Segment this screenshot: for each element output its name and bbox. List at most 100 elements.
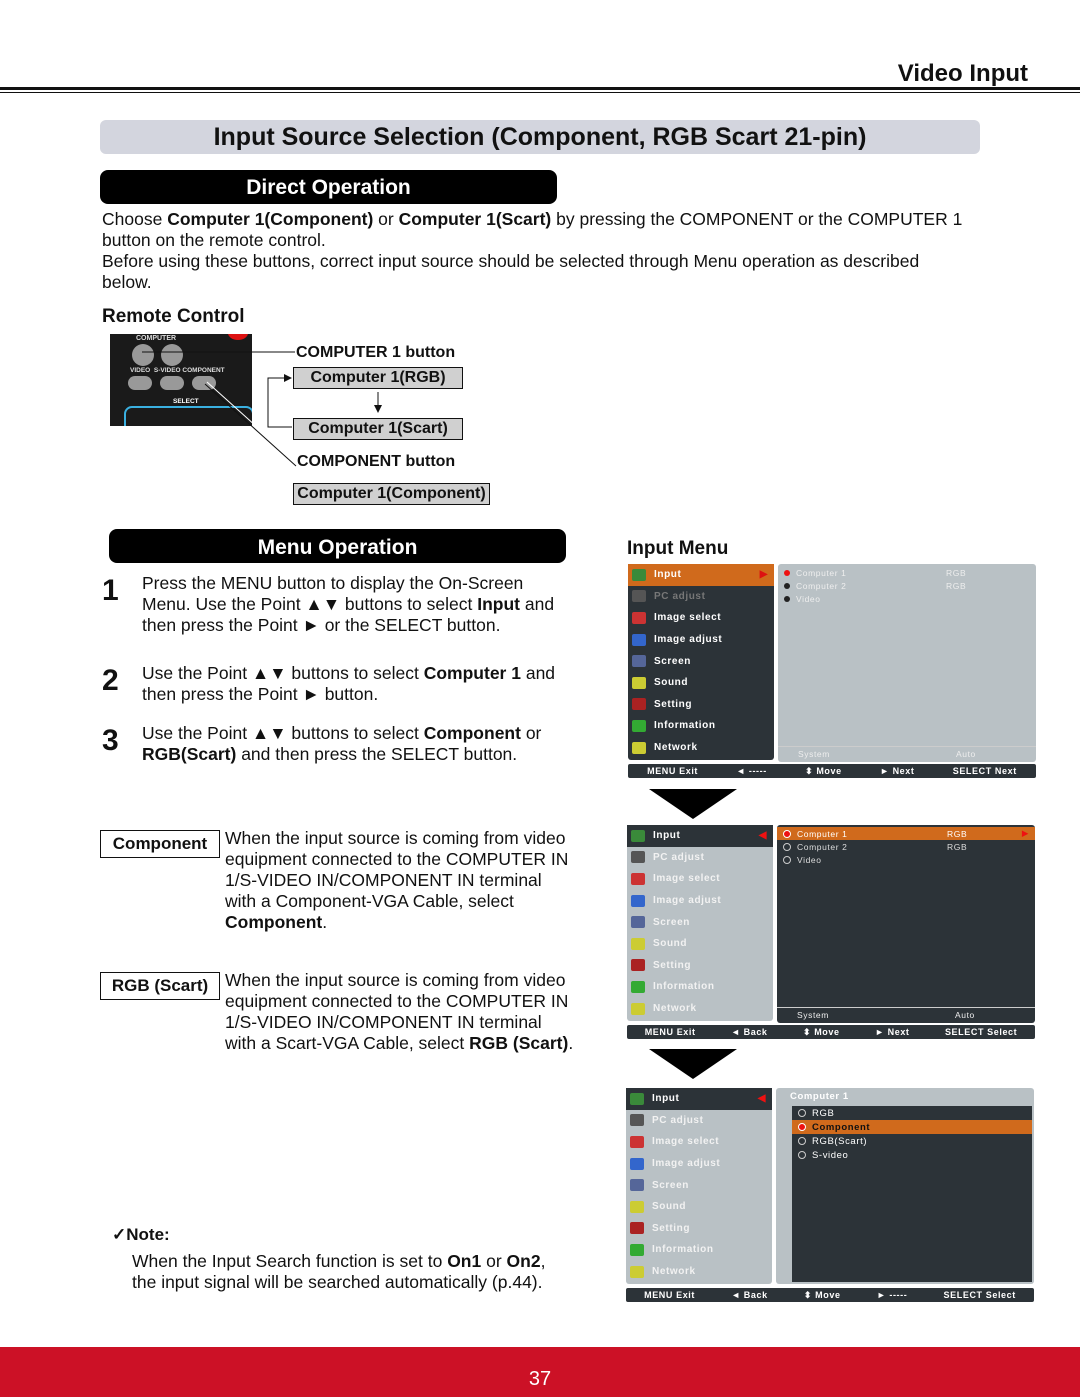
submenu-option[interactable]: Component [792,1120,1032,1134]
step-text: Use the Point ▲▼ buttons to select Compo… [142,723,567,765]
menu-item-network[interactable]: Network [626,1261,772,1283]
help-hint: SELECT Select [943,1290,1016,1300]
computer1-button-label: COMPUTER 1 button [296,344,456,361]
menu-help-bar: MENU Exit ◄ Back ⬍ Move ► Next SELECT Select [627,1025,1035,1039]
menu-item-screen[interactable]: Screen [627,911,773,933]
menu-item-input[interactable]: Input ▶ [628,564,774,586]
menu-item-label: Network [652,1266,696,1278]
menu-item-label: Network [654,742,698,754]
source-option[interactable]: Computer 2 RGB [777,840,1035,853]
menu-item-image-select[interactable]: Image select [626,1131,772,1153]
submenu-option[interactable]: S-video [792,1148,1032,1162]
source-option[interactable]: Video [778,592,1036,605]
menu-icon [632,655,646,668]
bold-text: RGB (Scart) [469,1033,569,1053]
menu-item-label: Setting [654,698,693,710]
menu-item-label: PC adjust [653,851,705,863]
menu-item-setting[interactable]: Setting [627,955,773,977]
system-value: Auto [956,748,976,759]
menu-item-information[interactable]: Information [627,976,773,998]
text-run: Use the Point ▲▼ buttons to select [142,663,424,683]
source-option[interactable]: Computer 1 RGB ▶ [777,827,1035,840]
note-heading: ✓Note: [112,1225,170,1244]
menu-icon [632,568,646,581]
menu-item-input[interactable]: Input ◀ [627,825,773,847]
menu-item-image-select[interactable]: Image select [627,868,773,890]
text-run: When the Input Search function is set to [132,1251,448,1271]
menu-icon [630,1243,644,1256]
menu-right-panel: Computer 1 RGB Computer 2 RGB Video System Aut… [778,564,1036,762]
source-name: Computer 2 [796,580,847,591]
menu-item-label: Information [654,720,716,732]
menu-item-screen[interactable]: Screen [626,1174,772,1196]
menu-item-sound[interactable]: Sound [628,672,774,694]
menu-item-network[interactable]: Network [628,737,774,759]
help-hint: ► ----- [876,1290,908,1300]
help-hint: ► Next [879,766,915,776]
menu-item-setting[interactable]: Setting [626,1218,772,1240]
step-text: Press the MENU button to display the On-… [142,573,567,636]
radio-icon [798,1109,806,1117]
option-tag: RGB (Scart) [100,972,220,1000]
menu-item-label: Network [653,1003,697,1015]
menu-item-image-adjust[interactable]: Image adjust [626,1153,772,1175]
menu-item-label: Screen [654,655,691,667]
menu-help-bar: MENU Exit ◄ Back ⬍ Move ► ----- SELECT Selec… [626,1288,1034,1302]
menu-icon [632,611,646,624]
option-description: When the input source is coming from vid… [225,970,575,1054]
menu-item-image-select[interactable]: Image select [628,607,774,629]
source-option[interactable]: Computer 2 RGB [778,579,1036,592]
menu-item-information[interactable]: Information [628,715,774,737]
menu-item-pc-adjust[interactable]: PC adjust [627,847,773,869]
submenu-option[interactable]: RGB(Scart) [792,1134,1032,1148]
input-menu-heading: Input Menu [627,538,729,559]
input-menu-screen: Input ◀ PC adjust Image select Image adjust S… [626,1088,1036,1303]
menu-item-screen[interactable]: Screen [628,650,774,672]
menu-icon [631,1002,645,1015]
remote-callout-lines [142,351,382,467]
menu-item-setting[interactable]: Setting [628,694,774,716]
menu-icon [632,590,646,603]
menu-item-label: PC adjust [652,1114,704,1126]
radio-icon [784,595,790,602]
bold-text: Component [225,912,323,932]
submenu-panel: RGB Component RGB(Scart) S-video [792,1106,1032,1282]
menu-item-network[interactable]: Network [627,998,773,1020]
menu-item-pc-adjust[interactable]: PC adjust [626,1110,772,1132]
option-label: RGB(Scart) [812,1135,868,1147]
menu-item-label: Sound [654,677,689,689]
help-hint: ◄ ----- [736,766,767,776]
radio-icon [798,1151,806,1159]
help-hint: MENU Exit [644,1027,696,1037]
source-signal: RGB [947,828,968,839]
source-name: Computer 1 [797,828,848,839]
menu-item-input[interactable]: Input ◀ [626,1088,772,1110]
source-name: Computer 1 [796,567,847,578]
menu-item-pc-adjust[interactable]: PC adjust [628,586,774,608]
menu-item-sound[interactable]: Sound [626,1196,772,1218]
help-hint: MENU Exit [647,766,699,776]
source-option[interactable]: Video [777,853,1035,866]
text-run: Use the Point ▲▼ buttons to select [142,723,424,743]
menu-item-information[interactable]: Information [626,1239,772,1261]
help-hint: ⬍ Move [803,1289,841,1300]
pointer-arrow-icon: ▶ [759,569,768,581]
bold-text: Component [423,723,521,743]
menu-icon [631,829,645,842]
option-label: Component [812,1121,871,1133]
help-hint: ► Next [875,1027,910,1037]
help-hint: SELECT Select [944,1027,1018,1037]
menu-item-label: Input [652,1093,680,1105]
menu-item-image-adjust[interactable]: Image adjust [628,629,774,651]
system-value: Auto [955,1009,975,1020]
source-option[interactable]: Computer 1 RGB [778,566,1036,579]
menu-icon [631,916,645,929]
source-name: Video [796,593,821,604]
menu-item-image-adjust[interactable]: Image adjust [627,890,773,912]
menu-item-sound[interactable]: Sound [627,933,773,955]
bold-text: On2 [506,1251,541,1271]
text-run: . [322,912,328,932]
submenu-option[interactable]: RGB [792,1106,1032,1120]
menu-item-label: Screen [653,916,690,928]
menu-icon [630,1114,644,1127]
